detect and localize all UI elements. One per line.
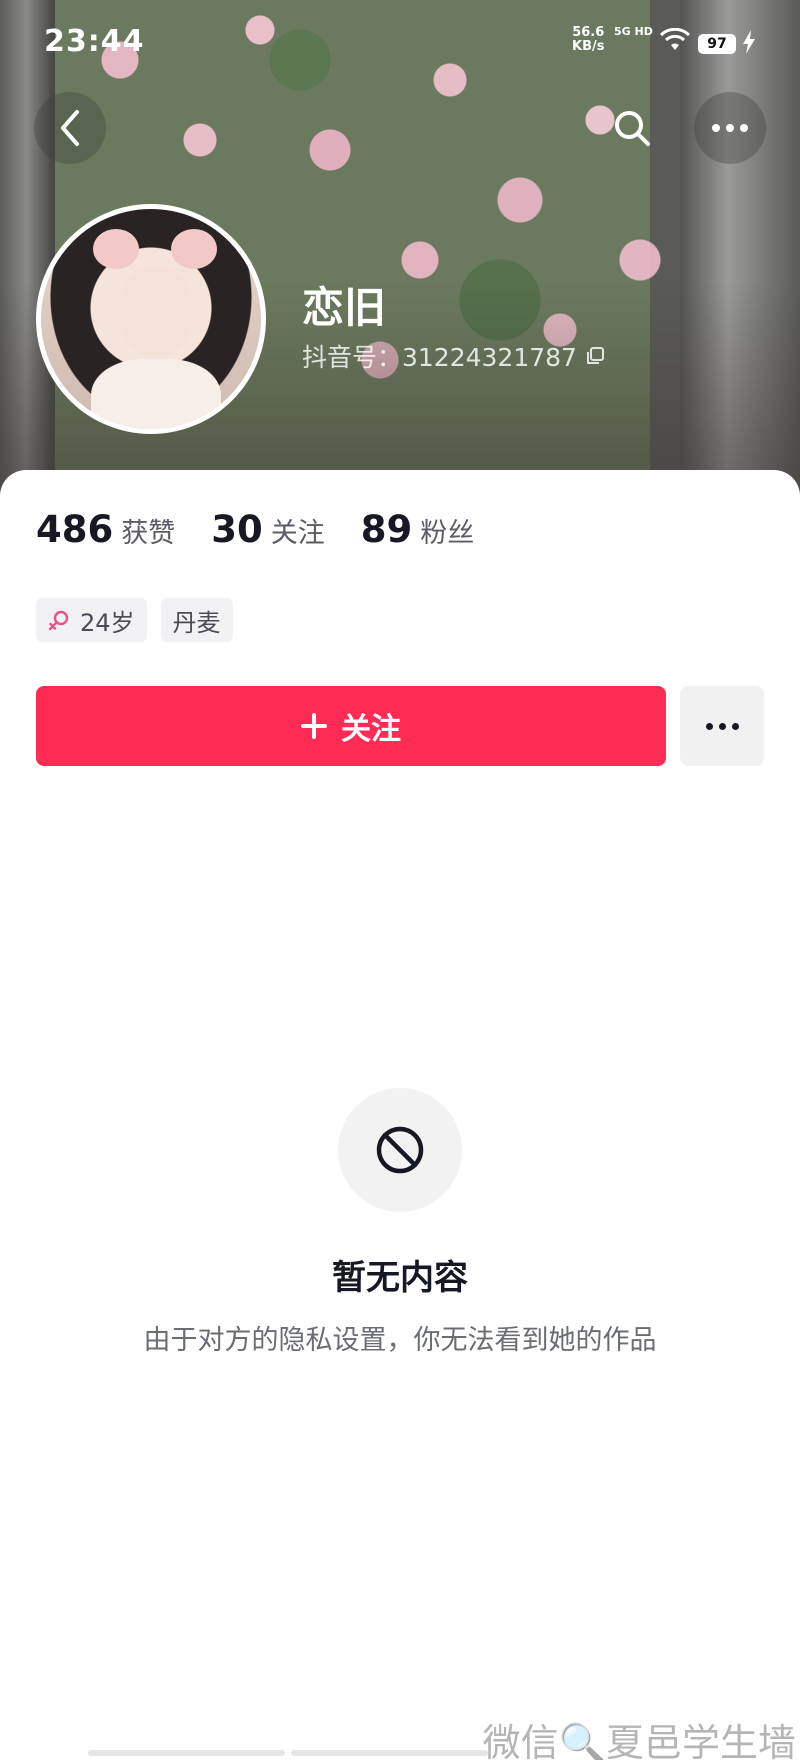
stats-row: 486 获赞 30 关注 89 粉丝 [36, 508, 474, 551]
signal-label: 5G HD [614, 25, 653, 38]
avatar-ear-right [171, 229, 217, 269]
more-dot [705, 722, 713, 730]
empty-state-title: 暂无内容 [332, 1258, 468, 1298]
profile-sheet: 486 获赞 30 关注 89 粉丝 24岁 丹麦 关注 暂无内容 由于对方的隐… [0, 470, 800, 1760]
stat-likes[interactable]: 486 获赞 [36, 508, 175, 551]
avatar[interactable] [36, 204, 266, 434]
nickname: 恋旧 [302, 283, 387, 332]
home-indicator-segment [291, 1750, 488, 1756]
more-icon [712, 124, 748, 132]
more-dot [731, 722, 739, 730]
stat-following-value: 30 [211, 508, 263, 551]
stat-followers[interactable]: 89 粉丝 [361, 508, 475, 551]
network-speed: 56.6 KB/s [572, 26, 604, 54]
profile-tags: 24岁 丹麦 [36, 598, 233, 642]
stat-following[interactable]: 30 关注 [211, 508, 325, 551]
copy-icon[interactable] [585, 346, 605, 366]
stat-likes-value: 486 [36, 508, 114, 551]
empty-state-icon-wrap [338, 1088, 462, 1212]
home-indicator [88, 1750, 488, 1756]
plus-icon [301, 713, 327, 739]
douyin-id-text: 抖音号：31224321787 [302, 343, 577, 372]
wifi-icon [660, 28, 690, 50]
age-tag-label: 24岁 [80, 608, 135, 637]
status-time: 23:44 [44, 24, 145, 59]
location-tag-label: 丹麦 [172, 608, 221, 637]
back-icon [61, 110, 79, 146]
bolt-icon [743, 30, 755, 54]
stat-likes-label: 获赞 [121, 518, 176, 549]
douyin-id[interactable]: 抖音号：31224321787 [302, 338, 605, 374]
back-button[interactable] [34, 92, 106, 164]
female-icon [48, 610, 69, 631]
stat-followers-value: 89 [360, 508, 413, 551]
network-speed-unit: KB/s [572, 39, 605, 54]
home-indicator-segment [88, 1750, 285, 1756]
follow-button[interactable]: 关注 [36, 686, 666, 766]
more-options-button[interactable] [694, 92, 766, 164]
watermark: 微信🔍夏邑学生墙 [482, 1721, 796, 1760]
stat-followers-label: 粉丝 [420, 518, 475, 549]
more-dot [718, 722, 726, 730]
follow-button-label: 关注 [341, 712, 401, 747]
location-tag: 丹麦 [160, 598, 233, 642]
avatar-ear-left [93, 229, 139, 269]
search-icon [615, 111, 650, 146]
empty-state-description: 由于对方的隐私设置，你无法看到她的作品 [143, 1325, 657, 1356]
ban-icon [376, 1126, 424, 1174]
battery-indicator: 97 [698, 34, 736, 54]
search-button[interactable] [596, 92, 668, 164]
avatar-body [91, 359, 221, 429]
stat-following-label: 关注 [270, 518, 325, 549]
more-actions-button[interactable] [680, 686, 764, 766]
status-bar: 23:44 56.6 KB/s 5G HD 97 [0, 0, 800, 80]
age-tag: 24岁 [36, 598, 147, 642]
avatar-face [119, 267, 193, 357]
network-speed-value: 56.6 [572, 25, 605, 40]
